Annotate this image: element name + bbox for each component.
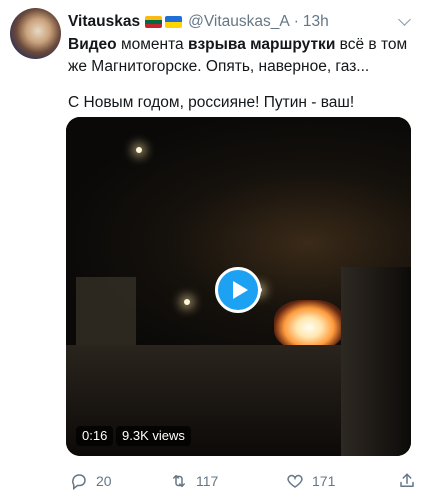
play-button[interactable] (215, 267, 261, 313)
text-span: всё в том (335, 36, 408, 53)
retweet-count: 117 (196, 473, 219, 489)
video-player[interactable]: 0:16 9.3K views (66, 117, 411, 456)
separator-dot: · (293, 13, 299, 30)
reply-button[interactable]: 20 (70, 470, 112, 492)
streetlight (184, 299, 190, 305)
text-span: момента (116, 36, 188, 53)
streetlight (136, 147, 142, 153)
tweet-header: Vitauskas @Vitauskas_A · 13h (68, 11, 411, 33)
video-duration: 0:16 (76, 426, 114, 446)
reply-count: 20 (96, 473, 112, 489)
heart-icon (287, 474, 303, 488)
bold-text: взрыва маршрутки (187, 36, 336, 53)
share-button[interactable] (398, 470, 421, 492)
tweet-text: Видео момента взрыва маршрутки всё в том… (68, 34, 408, 114)
avatar[interactable] (10, 8, 61, 59)
view-count: 9.3K views (116, 426, 191, 446)
tweet: Vitauskas @Vitauskas_A · 13h Видео момен… (0, 0, 421, 500)
timestamp[interactable]: 13h (303, 13, 329, 31)
retweet-icon (173, 475, 185, 487)
tweet-actions: 20 117 171 (60, 470, 415, 494)
thumbnail-building (76, 277, 136, 347)
ukraine-flag-icon (165, 16, 183, 28)
thumbnail-pillar (341, 267, 411, 456)
tweet-text-line-1: Видео момента взрыва маршрутки всё в том (68, 34, 408, 56)
play-icon (232, 281, 248, 299)
share-icon (400, 473, 414, 487)
explosion-glow (274, 300, 344, 350)
bold-text: Видео (68, 36, 117, 53)
retweet-button[interactable]: 117 (170, 470, 218, 492)
like-button[interactable]: 171 (286, 470, 335, 492)
author-name[interactable]: Vitauskas (68, 13, 140, 31)
author-handle[interactable]: @Vitauskas_A (188, 13, 290, 31)
like-count: 171 (312, 473, 336, 489)
reply-icon (72, 474, 86, 490)
lithuania-flag-icon (145, 16, 163, 28)
tweet-text-line-3: С Новым годом, россияне! Путин - ваш! (68, 94, 355, 111)
tweet-text-line-2: же Магнитогорске. Опять, наверное, газ..… (68, 58, 370, 75)
